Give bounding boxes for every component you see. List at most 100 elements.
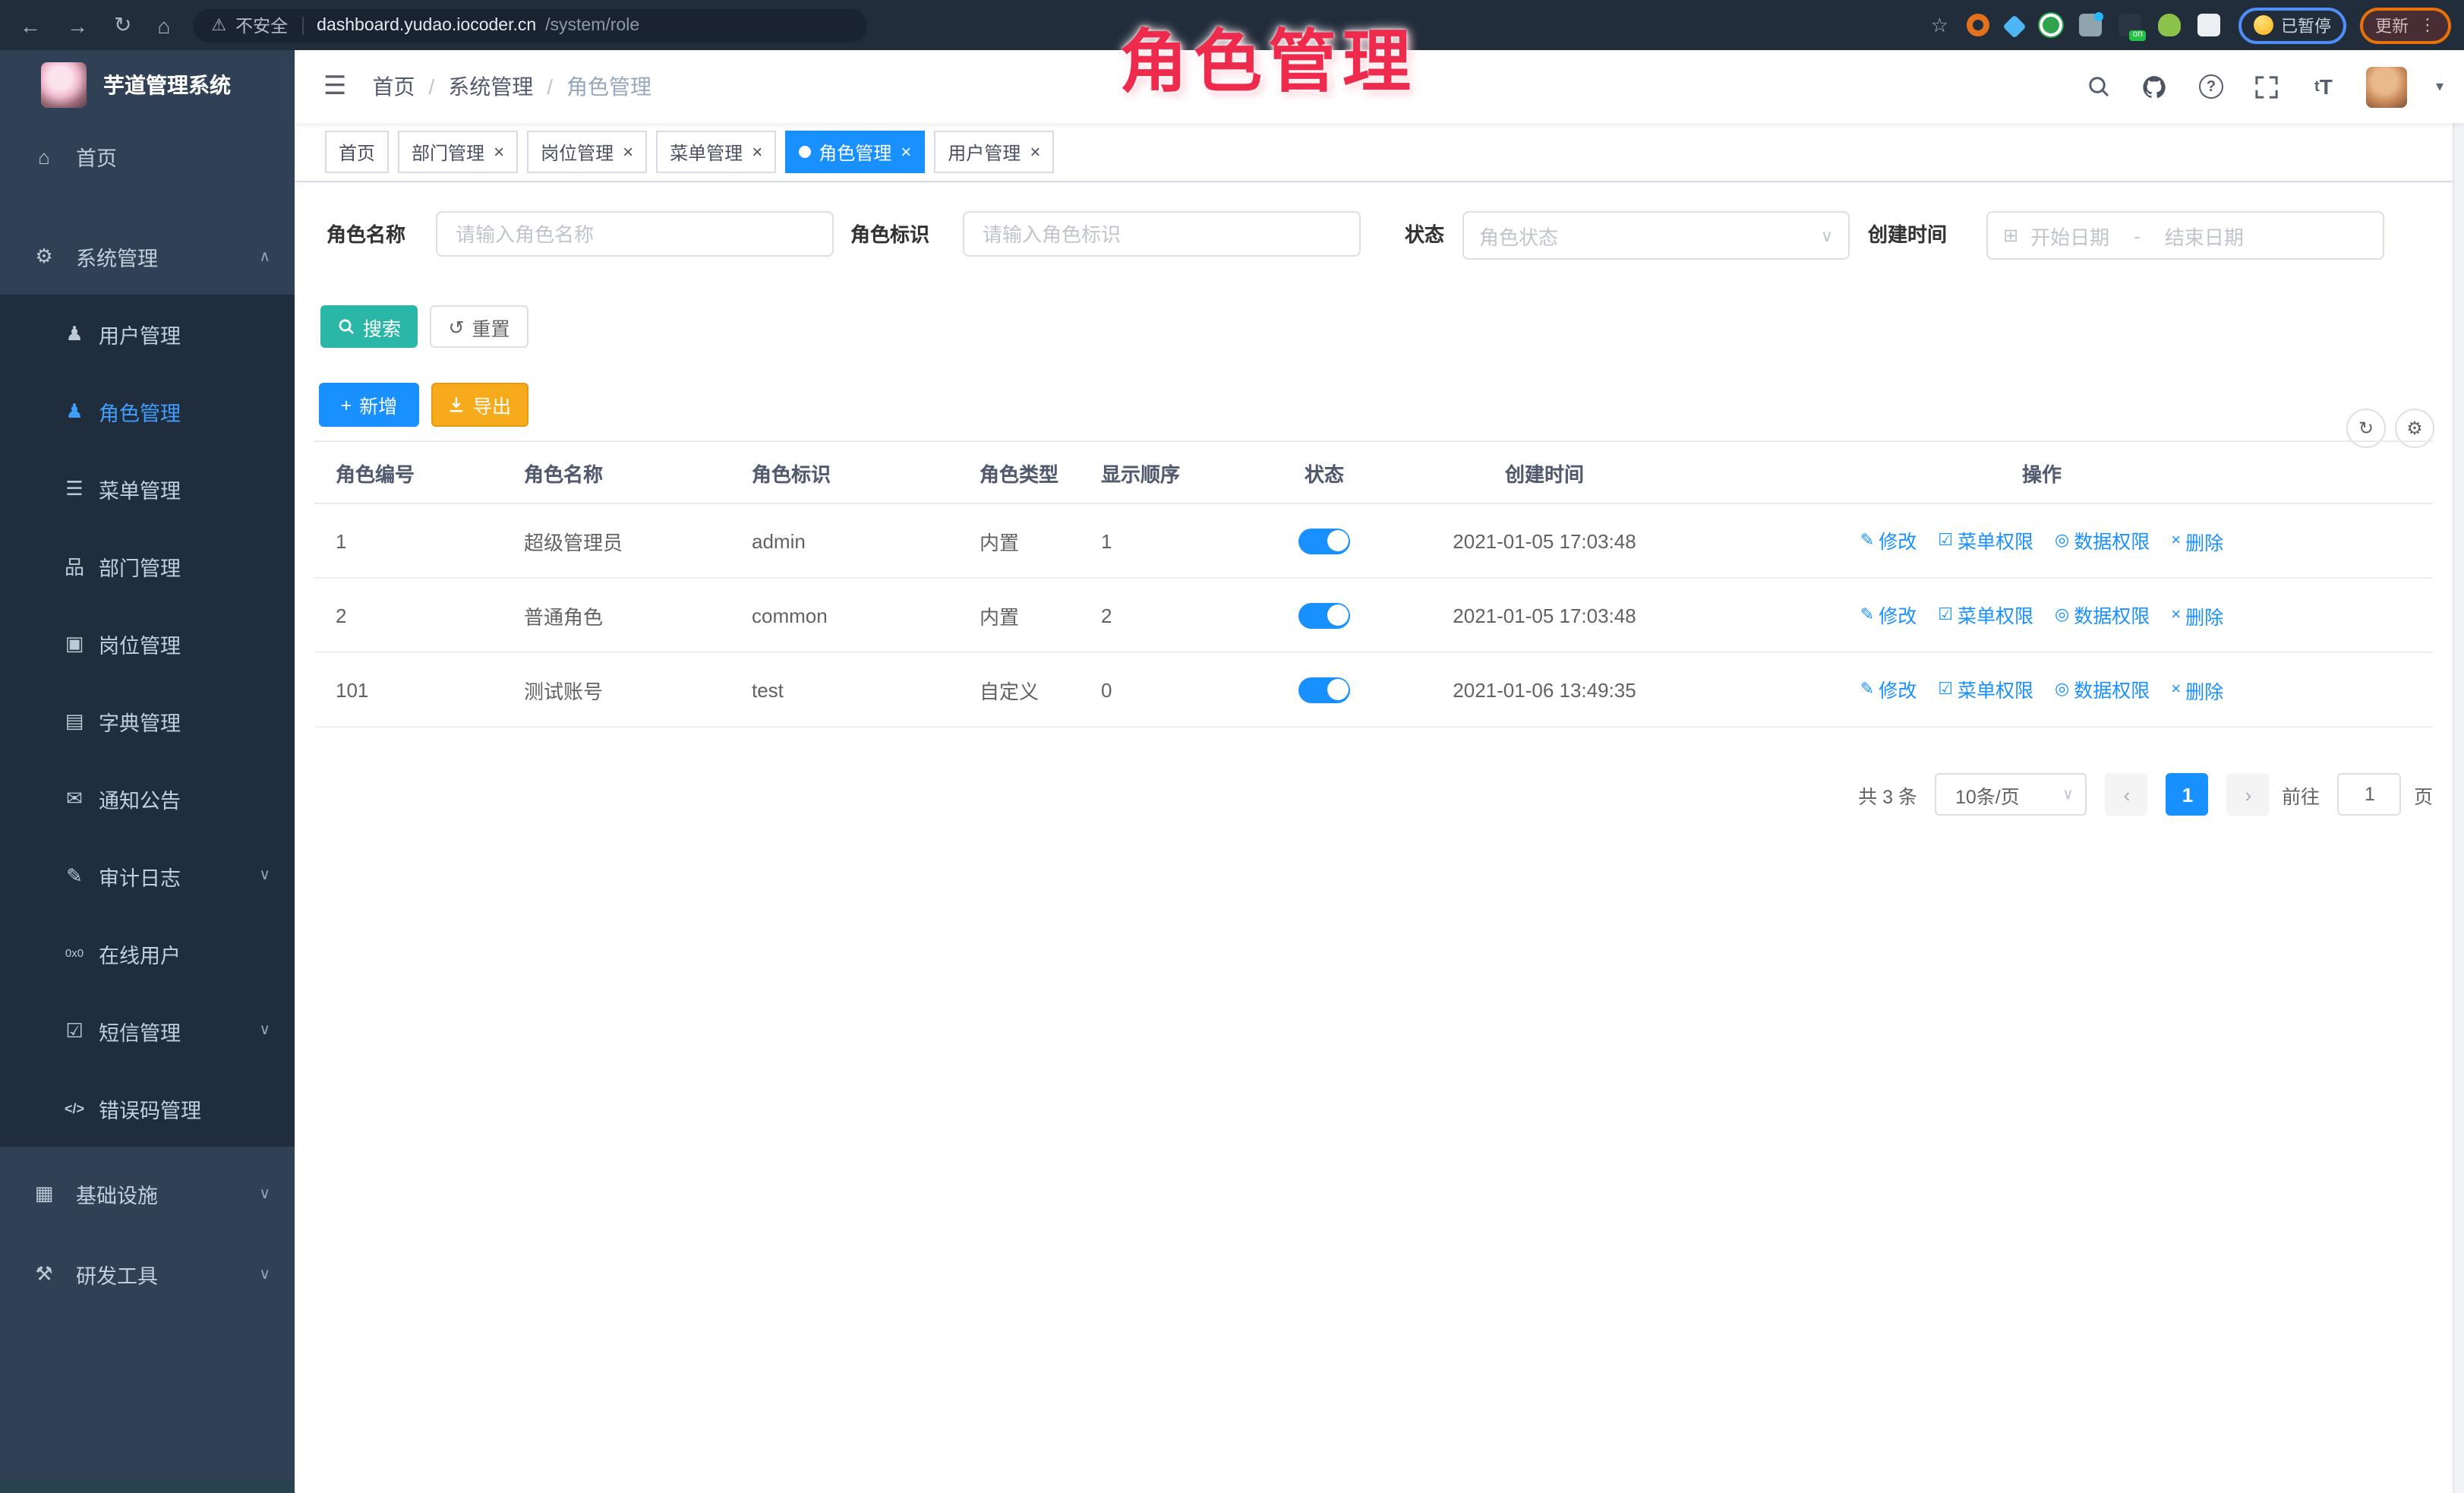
op-menu-perm[interactable]: ☑菜单权限 (1938, 601, 2033, 630)
column-header: 创建时间 (1438, 441, 1651, 503)
op-edit[interactable]: ✎修改 (1860, 601, 1917, 630)
sidebar-item-devtools[interactable]: ⚒研发工具∨ (0, 1236, 295, 1312)
status-toggle[interactable] (1298, 528, 1350, 554)
search-icon[interactable] (2085, 73, 2112, 100)
status-select[interactable]: 角色状态 ∨ (1462, 211, 1850, 260)
status-toggle[interactable] (1298, 602, 1350, 628)
extension-icon[interactable] (2002, 14, 2026, 38)
extension-icon[interactable] (2040, 14, 2062, 36)
profile-paused-chip[interactable]: 已暂停 (2238, 7, 2346, 43)
tab-用户管理[interactable]: 用户管理 × (934, 131, 1054, 173)
close-icon[interactable]: × (901, 143, 911, 161)
browser-menu-icon[interactable]: ⋮ (2419, 15, 2436, 35)
tab-角色管理[interactable]: 角色管理× (785, 131, 925, 173)
search-button[interactable]: 搜索 (320, 305, 418, 348)
home-icon[interactable]: ⌂ (157, 13, 170, 37)
sidebar-item-sms[interactable]: ☑短信管理∨ (0, 992, 295, 1069)
hamburger-icon[interactable]: ☰ (323, 71, 347, 102)
role-icon: ♟ (61, 399, 88, 423)
sidebar-item-audit-log[interactable]: ✎审计日志∨ (0, 837, 295, 914)
insecure-warning-icon: ⚠ (211, 15, 226, 35)
close-icon[interactable]: × (1030, 143, 1040, 161)
user-avatar[interactable] (2366, 66, 2407, 107)
fullscreen-icon[interactable] (2254, 73, 2281, 100)
page-size-select[interactable]: 10条/页 ∨ (1936, 773, 2087, 816)
op-data-perm[interactable]: ◎数据权限 (2055, 675, 2150, 704)
start-date-placeholder: 开始日期 (2030, 221, 2109, 250)
op-delete[interactable]: ×删除 (2171, 676, 2223, 705)
insecure-label[interactable]: 不安全 (235, 13, 288, 37)
tab-菜单管理[interactable]: 菜单管理× (656, 131, 776, 173)
op-delete[interactable]: ×删除 (2171, 601, 2223, 630)
op-label: 数据权限 (2074, 526, 2150, 555)
tab-首页[interactable]: 首页 (325, 131, 389, 173)
next-page-button[interactable]: › (2227, 773, 2270, 816)
question-mark: ? (2199, 74, 2223, 99)
page-1-button[interactable]: 1 (2166, 773, 2209, 816)
breadcrumb-home[interactable]: 首页 (373, 71, 415, 102)
prev-page-button[interactable]: ‹ (2106, 773, 2148, 816)
breadcrumb-system[interactable]: 系统管理 (448, 71, 533, 102)
reset-button[interactable]: ↺ 重置 (430, 305, 528, 348)
sidebar-item-gear[interactable]: ⚙系统管理∧ (0, 219, 295, 295)
sidebar-section: ▦基础设施∨⚒研发工具∨ (0, 1156, 295, 1312)
tab-岗位管理[interactable]: 岗位管理× (527, 131, 647, 173)
tab-部门管理[interactable]: 部门管理× (398, 131, 518, 173)
export-button[interactable]: 导出 (431, 383, 528, 427)
sidebar-item-dept-tree[interactable]: 品部门管理 (0, 527, 295, 604)
status-toggle[interactable] (1298, 677, 1350, 702)
browser-update-chip[interactable]: 更新 ⋮ (2360, 7, 2451, 43)
sidebar-item-notice[interactable]: ✉通知公告 (0, 759, 295, 837)
data-perm-icon: ◎ (2055, 531, 2069, 551)
op-delete[interactable]: ×删除 (2171, 527, 2223, 556)
extension-icon[interactable] (2079, 14, 2102, 36)
sidebar-item-label: 字典管理 (99, 705, 181, 736)
forward-icon[interactable]: → (67, 13, 88, 37)
caret-down-icon[interactable]: ▾ (2436, 78, 2443, 95)
sidebar-item-role[interactable]: ♟角色管理 (0, 372, 295, 450)
help-icon[interactable]: ? (2197, 73, 2225, 100)
extension-icon[interactable] (1967, 14, 1989, 36)
extension-icon[interactable] (2158, 14, 2181, 36)
date-range-picker[interactable]: ⊞ 开始日期 - 结束日期 (1986, 211, 2384, 260)
font-size-icon[interactable]: tT (2310, 73, 2337, 100)
sidebar-item-post-badge[interactable]: ▣岗位管理 (0, 604, 295, 682)
address-bar[interactable]: ⚠ 不安全 dashboard.yudao.iocoder.cn/system/… (193, 8, 867, 42)
url-host: dashboard.yudao.iocoder.cn (317, 16, 536, 34)
sidebar-item-error-code[interactable]: </>错误码管理 (0, 1069, 295, 1147)
tab-label: 用户管理 (948, 139, 1021, 165)
role-key-input[interactable] (963, 211, 1361, 257)
window-scrollbar[interactable] (2453, 50, 2464, 1493)
sidebar-item-dict-book[interactable]: ▤字典管理 (0, 682, 295, 759)
op-edit[interactable]: ✎修改 (1860, 526, 1917, 555)
op-menu-perm[interactable]: ☑菜单权限 (1938, 526, 2033, 555)
close-icon[interactable]: × (494, 143, 504, 161)
add-button[interactable]: + 新增 (319, 383, 419, 427)
close-icon[interactable]: × (752, 143, 762, 161)
sidebar-item-infra[interactable]: ▦基础设施∨ (0, 1156, 295, 1232)
reload-icon[interactable]: ↻ (114, 12, 131, 38)
op-edit[interactable]: ✎修改 (1860, 675, 1917, 704)
sidebar-section: ⌂首页 ⚙系统管理∧ (0, 118, 295, 295)
sidebar-item-menu-list[interactable]: ☰菜单管理 (0, 450, 295, 527)
op-menu-perm[interactable]: ☑菜单权限 (1938, 675, 2033, 704)
github-icon[interactable] (2141, 73, 2169, 100)
status-select-placeholder: 角色状态 (1479, 221, 1821, 250)
bookmark-star-icon[interactable]: ☆ (1931, 13, 1948, 37)
goto-page-input[interactable] (2338, 773, 2402, 816)
data-perm-icon: ◎ (2055, 605, 2069, 625)
app-logo-row[interactable]: 芋道管理系统 (0, 50, 295, 118)
cell-role-type: 内置 (958, 578, 1080, 652)
role-name-input[interactable] (436, 211, 834, 257)
sidebar-item-user[interactable]: ♟用户管理 (0, 295, 295, 372)
close-icon[interactable]: × (623, 143, 633, 161)
extension-icon[interactable]: on (2119, 14, 2141, 36)
dashboard-icon: ⌂ (30, 145, 58, 168)
cell-role-name: 测试账号 (503, 652, 730, 727)
op-data-perm[interactable]: ◎数据权限 (2055, 526, 2150, 555)
op-data-perm[interactable]: ◎数据权限 (2055, 601, 2150, 630)
sidebar-item-online-user[interactable]: 0x0在线用户 (0, 914, 295, 992)
extensions-puzzle-icon[interactable] (2197, 14, 2220, 36)
back-icon[interactable]: ← (20, 13, 41, 37)
sidebar-item-dashboard[interactable]: ⌂首页 (0, 118, 295, 194)
